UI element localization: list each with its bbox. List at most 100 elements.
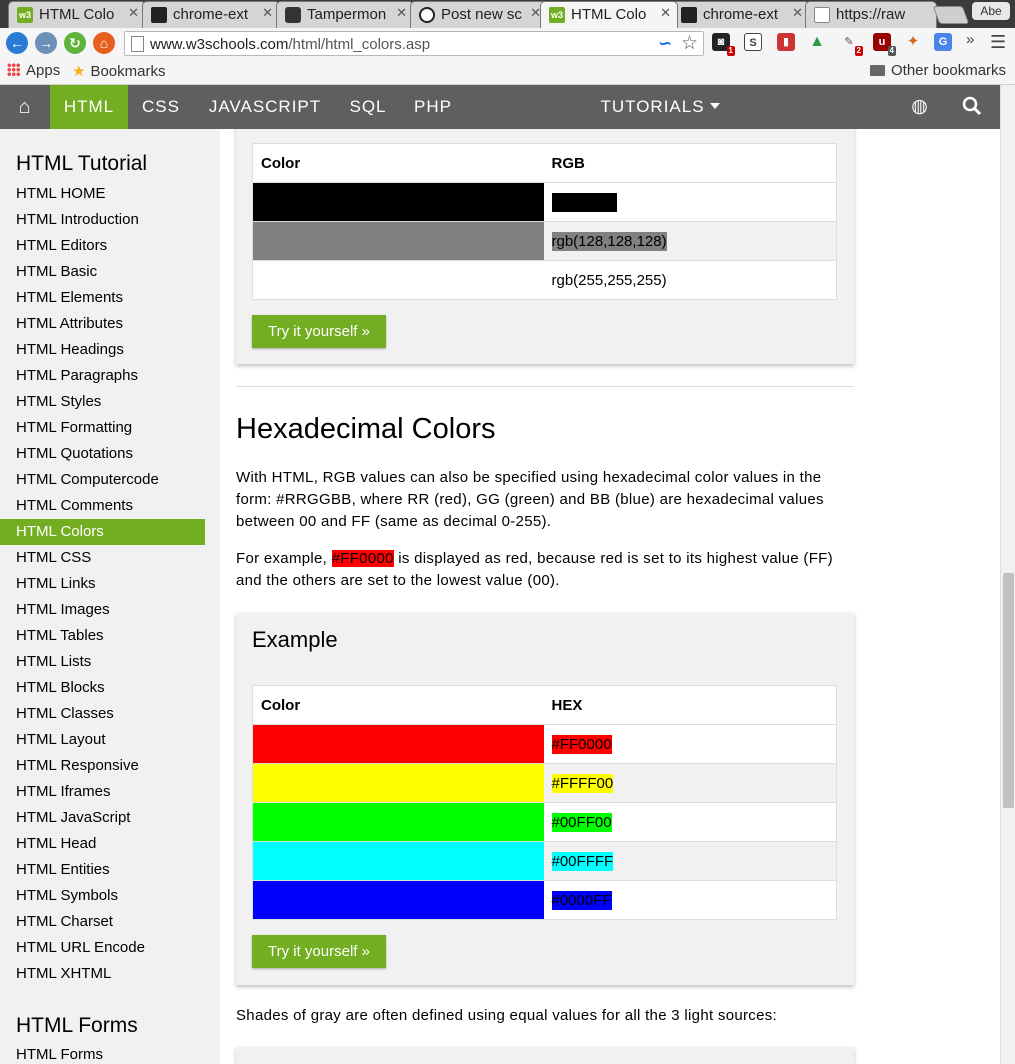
apps-shortcut[interactable]: Apps (7, 62, 60, 79)
profile-button[interactable]: Abe (972, 2, 1010, 20)
back-icon[interactable]: ← (6, 32, 28, 54)
scrollbar-thumb[interactable] (1003, 573, 1014, 808)
close-icon[interactable]: ✕ (262, 5, 273, 21)
fox-extension-icon[interactable]: ✦ (904, 33, 922, 51)
url-text[interactable]: www.w3schools.com/html/html_colors.asp (150, 36, 430, 53)
close-icon[interactable]: ✕ (128, 5, 139, 21)
nav-php[interactable]: PHP (400, 85, 466, 129)
sidebar-item-html-head[interactable]: HTML Head (0, 831, 205, 857)
color-swatch (252, 182, 544, 222)
sidebar-item-html-links[interactable]: HTML Links (0, 571, 205, 597)
globe-icon[interactable]: ◍ (900, 85, 940, 129)
home-icon[interactable]: ⌂ (0, 85, 50, 129)
spy-extension-icon[interactable]: ◙ 1 (712, 33, 735, 56)
tool-extension-icon[interactable]: ✎ 2 (840, 33, 863, 56)
sidebar-item-html-layout[interactable]: HTML Layout (0, 727, 205, 753)
browser-tab[interactable]: chrome-ext ✕ (672, 1, 810, 28)
home-icon[interactable]: ⌂ (93, 32, 115, 54)
w3schools-favicon-icon: w3 (549, 7, 565, 23)
try-it-yourself-button[interactable]: Try it yourself » (252, 935, 386, 968)
color-value-cell: #00FF00 (543, 802, 837, 842)
sidebar-item-html-charset[interactable]: HTML Charset (0, 909, 205, 935)
w3schools-favicon-icon: w3 (17, 7, 33, 23)
sidebar-item-html-symbols[interactable]: HTML Symbols (0, 883, 205, 909)
browser-tab[interactable]: Tampermon ✕ (276, 1, 414, 28)
nav-css[interactable]: CSS (128, 85, 194, 129)
search-icon[interactable] (952, 85, 992, 129)
sidebar-item-html-iframes[interactable]: HTML Iframes (0, 779, 205, 805)
new-tab-button[interactable] (932, 6, 970, 24)
tutorial-sidebar: HTML Tutorial HTML HOME HTML Introduction… (0, 129, 220, 1064)
table-row: #0000FF (252, 880, 837, 920)
other-bookmarks[interactable]: Other bookmarks (870, 62, 1006, 79)
drive-extension-icon[interactable]: ▲ (808, 33, 826, 51)
nav-html[interactable]: HTML (50, 85, 128, 129)
tab-title: chrome-ext (173, 6, 249, 23)
browser-tab-active[interactable]: w3 HTML Colo ✕ (540, 1, 678, 28)
browser-tab[interactable]: Post new sc ✕ (410, 1, 548, 28)
sidebar-item-html-comments[interactable]: HTML Comments (0, 493, 205, 519)
color-swatch (252, 880, 544, 920)
sidebar-item-html-javascript[interactable]: HTML JavaScript (0, 805, 205, 831)
sidebar-item-html-xhtml[interactable]: HTML XHTML (0, 961, 205, 987)
reload-icon[interactable]: ↻ (64, 32, 86, 54)
sidebar-item-html-lists[interactable]: HTML Lists (0, 649, 205, 675)
sidebar-item-html-images[interactable]: HTML Images (0, 597, 205, 623)
sidebar-item-html-editors[interactable]: HTML Editors (0, 233, 205, 259)
sidebar-item-html-colors[interactable]: HTML Colors (0, 519, 205, 545)
example-title: Example (252, 627, 338, 652)
menu-icon[interactable]: ☰ (990, 32, 1006, 53)
close-icon[interactable]: ✕ (660, 5, 671, 21)
sidebar-item-html-attributes[interactable]: HTML Attributes (0, 311, 205, 337)
nav-javascript[interactable]: JAVASCRIPT (194, 85, 336, 129)
sidebar-item-html-css[interactable]: HTML CSS (0, 545, 205, 571)
close-icon[interactable]: ✕ (792, 5, 803, 21)
sidebar-item-html-elements[interactable]: HTML Elements (0, 285, 205, 311)
sidebar-heading-forms: HTML Forms (16, 1014, 138, 1037)
sidebar-item-html-quotations[interactable]: HTML Quotations (0, 441, 205, 467)
sidebar-item-html-tables[interactable]: HTML Tables (0, 623, 205, 649)
sidebar-item-html-url-encode[interactable]: HTML URL Encode (0, 935, 205, 961)
sidebar-item-html-forms[interactable]: HTML Forms (0, 1042, 205, 1064)
ublock-extension-icon[interactable]: u4 (873, 33, 896, 56)
extensions-overflow-button[interactable]: » (966, 31, 974, 48)
sidebar-item-html-introduction[interactable]: HTML Introduction (0, 207, 205, 233)
book-extension-icon[interactable]: ▮ (777, 33, 795, 51)
color-value-cell: rgb(0,0,0) (543, 182, 837, 222)
sidebar-item-html-basic[interactable]: HTML Basic (0, 259, 205, 285)
browser-tab[interactable]: https://raw (805, 1, 937, 28)
hex-column-header: HEX (543, 685, 837, 725)
table-row: rgb(0,0,0) (252, 182, 837, 222)
extension-tilde-icon[interactable]: ∽ (658, 34, 672, 54)
bookmarks-shortcut[interactable]: ★ Bookmarks (72, 62, 165, 80)
translate-extension-icon[interactable]: G (934, 33, 952, 51)
s-extension-icon[interactable]: S (744, 33, 762, 51)
sidebar-item-html-blocks[interactable]: HTML Blocks (0, 675, 205, 701)
section-divider (236, 386, 854, 387)
try-it-yourself-button[interactable]: Try it yourself » (252, 315, 386, 348)
tab-title: chrome-ext (703, 6, 779, 23)
close-icon[interactable]: ✕ (396, 5, 407, 21)
color-swatch (252, 763, 544, 803)
browser-tab[interactable]: w3 HTML Colo ✕ (8, 1, 146, 28)
sidebar-item-html-home[interactable]: HTML HOME (0, 181, 205, 207)
nav-sql[interactable]: SQL (336, 85, 400, 129)
bookmarks-label: Bookmarks (90, 63, 166, 80)
sidebar-item-html-headings[interactable]: HTML Headings (0, 337, 205, 363)
bookmark-star-icon[interactable]: ☆ (681, 32, 698, 55)
forward-icon[interactable]: → (35, 32, 57, 54)
color-value-cell: rgb(128,128,128) (543, 221, 837, 261)
nav-tutorials-dropdown[interactable]: TUTORIALS (590, 85, 730, 129)
browser-tab[interactable]: chrome-ext ✕ (142, 1, 280, 28)
sidebar-item-html-styles[interactable]: HTML Styles (0, 389, 205, 415)
tab-title: HTML Colo (571, 6, 647, 23)
address-bar[interactable]: www.w3schools.com/html/html_colors.asp ∽… (124, 31, 704, 56)
sidebar-item-html-responsive[interactable]: HTML Responsive (0, 753, 205, 779)
sidebar-item-html-formatting[interactable]: HTML Formatting (0, 415, 205, 441)
sidebar-item-html-classes[interactable]: HTML Classes (0, 701, 205, 727)
sidebar-item-html-entities[interactable]: HTML Entities (0, 857, 205, 883)
sidebar-item-html-paragraphs[interactable]: HTML Paragraphs (0, 363, 205, 389)
page-scrollbar[interactable] (1000, 85, 1015, 1064)
url-host: www.w3schools.com (150, 36, 289, 53)
sidebar-item-html-computercode[interactable]: HTML Computercode (0, 467, 205, 493)
